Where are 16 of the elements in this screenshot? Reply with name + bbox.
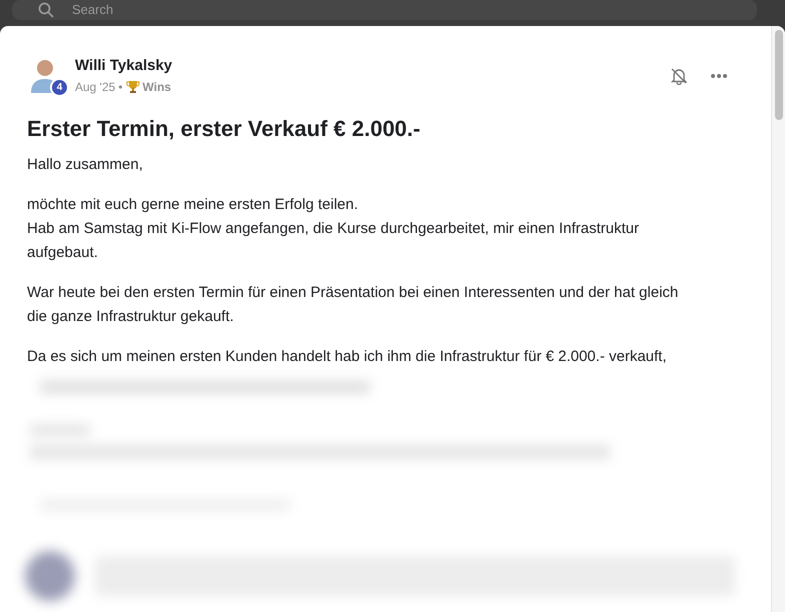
post-text: War heute bei den ersten Termin für einen Präsentation bei einen Interessenten und der hat gleich die ganze Infrastruktur gekauft. bbox=[27, 283, 680, 327]
more-options-icon[interactable] bbox=[710, 73, 728, 79]
post-title: Erster Termin, erster Verkauf € 2.000.- bbox=[27, 115, 422, 143]
muted-bell-icon[interactable] bbox=[670, 67, 688, 85]
post-text: Hab am Samstag mit Ki-Flow angefangen, die Kurse durchgearbeitet, mir einen Infrastruktur aufgebaut. bbox=[27, 219, 640, 263]
post-date: Aug '25 bbox=[75, 79, 116, 96]
post-text: möchte mit euch gerne meine ersten Erfolg teilen. bbox=[27, 195, 360, 215]
trophy-icon bbox=[126, 80, 140, 94]
post-text: Hallo zusammen, bbox=[27, 155, 144, 175]
post-text: Da es sich um meinen ersten Kunden handelt hab ich ihm die Infrastruktur für € 2.000.- verkauft, bbox=[27, 347, 668, 367]
search-icon bbox=[38, 2, 54, 18]
search-field[interactable]: Search bbox=[12, 0, 757, 20]
author-name[interactable]: Willi Tykalsky bbox=[75, 57, 172, 75]
separator: • bbox=[118, 79, 123, 96]
search-input[interactable]: Search bbox=[72, 2, 672, 18]
level-badge: 4 bbox=[50, 78, 69, 97]
